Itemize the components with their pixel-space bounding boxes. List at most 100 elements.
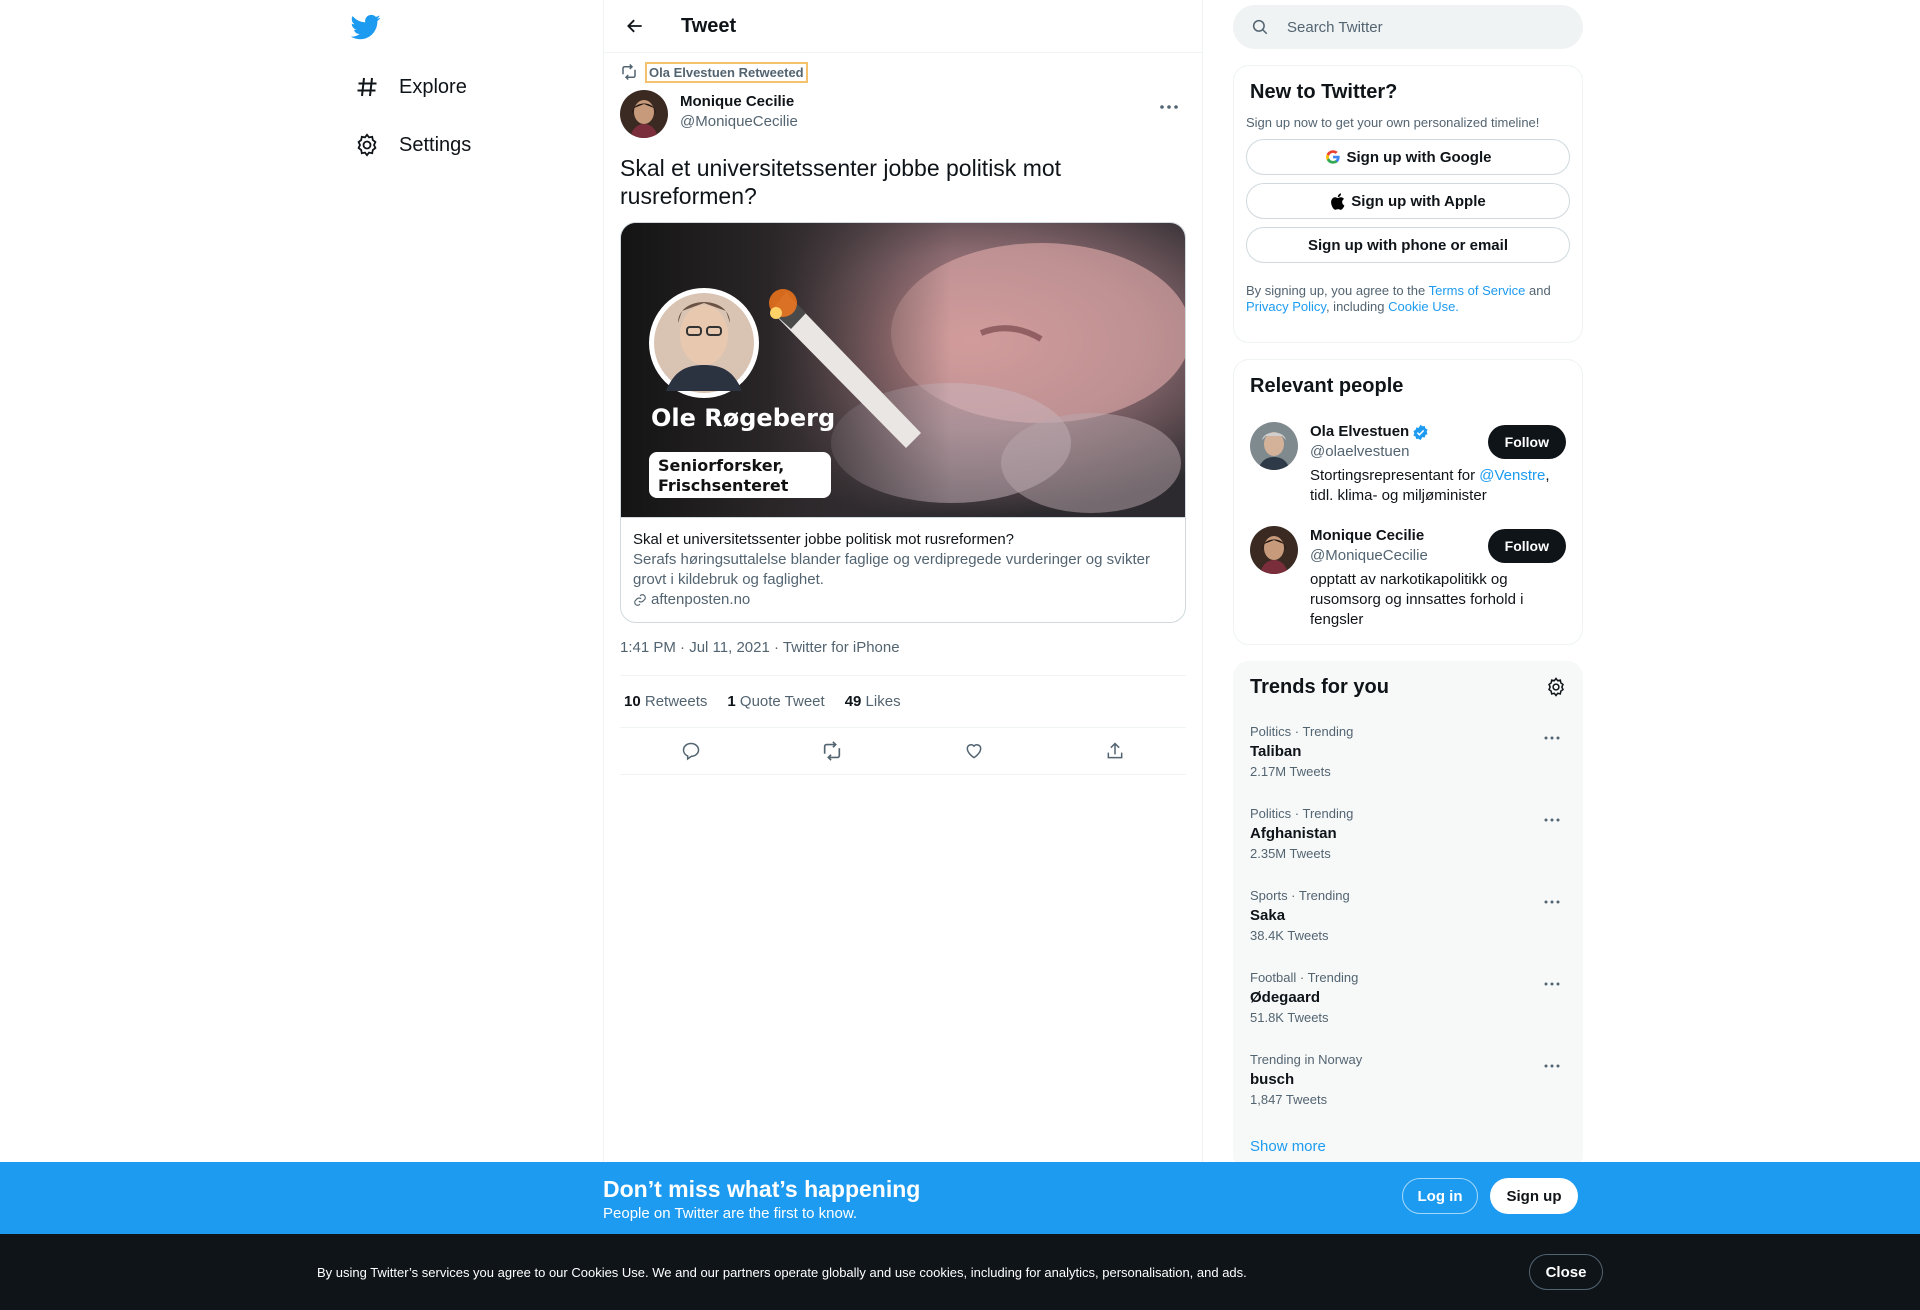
nav-explore[interactable]: Explore (345, 63, 475, 111)
search-input[interactable] (1287, 18, 1547, 36)
retweeted-by-link[interactable]: Ola Elvestuen Retweeted (645, 61, 808, 83)
nav-explore-label: Explore (399, 75, 467, 98)
twitter-bird-icon[interactable] (351, 12, 385, 46)
tweet: Ola Elvestuen Retweeted Monique Cecilie … (604, 61, 1202, 775)
trend-more-button[interactable] (1538, 888, 1566, 916)
trend-meta: Trending in Norway (1250, 1052, 1363, 1067)
retweets-count: 10 (624, 693, 641, 710)
trend-name: Taliban (1250, 743, 1302, 760)
trend-more-button[interactable] (1538, 724, 1566, 752)
cookie-use-link[interactable]: Cookie Use. (1388, 299, 1459, 314)
venstre-link[interactable]: @Venstre (1479, 467, 1545, 484)
link-card[interactable]: Ole Røgeberg Seniorforsker, Frischsenter… (620, 222, 1186, 623)
relevant-people-panel: Relevant people Ola Elvestuen @olaelvest… (1233, 359, 1583, 645)
link-card-image: Ole Røgeberg Seniorforsker, Frischsenter… (621, 223, 1185, 518)
card-domain-text: aftenposten.no (651, 591, 751, 608)
page-title: Tweet (681, 14, 737, 37)
author-avatar[interactable] (620, 90, 668, 138)
retweet-icon (620, 63, 638, 81)
trend-more-button[interactable] (1538, 970, 1566, 998)
quotes-count: 1 (727, 693, 736, 710)
cookie-text: By using Twitter’s services you agree to… (317, 1265, 1247, 1280)
more-icon (1160, 105, 1178, 109)
privacy-link[interactable]: Privacy Policy (1246, 299, 1326, 314)
card-title: Skal et universitetssenter jobbe politis… (633, 531, 1015, 548)
verified-badge-icon (1412, 424, 1429, 441)
link-icon (633, 593, 647, 607)
follow-button[interactable]: Follow (1487, 529, 1566, 563)
trend-count: 2.35M Tweets (1250, 846, 1331, 861)
nav-settings[interactable]: Settings (345, 121, 479, 169)
trends-show-more-link[interactable]: Show more (1234, 1126, 1582, 1167)
person-ola-elvestuen[interactable]: Ola Elvestuen @olaelvestuen Stortingsrep… (1250, 422, 1566, 506)
trend-count: 2.17M Tweets (1250, 764, 1331, 779)
tweet-timestamp[interactable]: 1:41 PM · Jul 11, 2021 · Twitter for iPh… (620, 639, 1186, 659)
share-button[interactable] (1098, 734, 1132, 768)
trend-name: Ødegaard (1250, 989, 1321, 1006)
terms-link[interactable]: Terms of Service (1429, 283, 1526, 298)
more-icon (1544, 736, 1560, 740)
retweet-button[interactable] (815, 734, 849, 768)
person-name[interactable]: Monique Cecilie (1310, 526, 1424, 546)
back-button[interactable] (617, 8, 653, 44)
google-icon (1325, 149, 1341, 165)
search-box[interactable] (1233, 5, 1583, 49)
promo-title: Don’t miss what’s happening (603, 1176, 921, 1202)
person-bio: Stortingsrepresentant for @Venstre, tidl… (1310, 466, 1550, 506)
trend-more-button[interactable] (1538, 806, 1566, 834)
likes-count: 49 (844, 693, 862, 710)
author-handle[interactable]: @MoniqueCecilie (680, 112, 798, 132)
card-image-title-2: Frischsenteret (658, 476, 789, 495)
person-name[interactable]: Ola Elvestuen (1310, 422, 1409, 442)
link-card-body: Skal et universitetssenter jobbe politis… (621, 518, 1185, 622)
person-bio: opptatt av narkotikapolitikk og rusomsor… (1310, 571, 1524, 628)
quotes-stat[interactable]: 1 Quote Tweet (727, 693, 824, 710)
login-button[interactable]: Log in (1402, 1178, 1478, 1214)
retweets-stat[interactable]: 10 Retweets (624, 693, 707, 710)
bio-text: Stortingsrepresentant for (1310, 467, 1480, 484)
trend-more-button[interactable] (1538, 1052, 1566, 1080)
signup-phone-email-button[interactable]: Sign up with phone or email (1246, 227, 1570, 263)
like-button[interactable] (957, 734, 991, 768)
retweet-context: Ola Elvestuen Retweeted (620, 61, 1186, 83)
signup-button[interactable]: Sign up (1490, 1178, 1578, 1214)
tweet-header: Tweet (604, 0, 1202, 53)
trend-item[interactable]: Football · Trending Ødegaard 51.8K Tweet… (1234, 958, 1582, 1040)
person-monique-cecilie[interactable]: Monique Cecilie @MoniqueCecilie opptatt … (1250, 526, 1566, 630)
person-avatar[interactable] (1250, 526, 1298, 574)
heart-icon (966, 744, 982, 759)
more-icon (1544, 1064, 1560, 1068)
trend-meta: Politics · Trending (1250, 724, 1354, 739)
reply-button[interactable] (674, 734, 708, 768)
follow-button[interactable]: Follow (1487, 425, 1566, 459)
trend-item[interactable]: Trending in Norway busch 1,847 Tweets (1234, 1040, 1582, 1122)
more-icon (1544, 900, 1560, 904)
legal-prefix: By signing up, you agree to the (1246, 283, 1429, 298)
cookie-close-button[interactable]: Close (1529, 1254, 1603, 1290)
trend-item[interactable]: Politics · Trending Taliban 2.17M Tweets (1234, 712, 1582, 794)
trend-count: 51.8K Tweets (1250, 1010, 1329, 1025)
trend-name: busch (1250, 1071, 1295, 1088)
card-image-title-1: Seniorforsker, (658, 456, 784, 475)
trend-item[interactable]: Politics · Trending Afghanistan 2.35M Tw… (1234, 794, 1582, 876)
likes-label: Likes (865, 693, 901, 710)
trend-meta: Sports · Trending (1250, 888, 1350, 903)
author-name[interactable]: Monique Cecilie (680, 92, 798, 112)
trend-item[interactable]: Sports · Trending Saka 38.4K Tweets (1234, 876, 1582, 958)
trends-panel: Trends for you Politics · Trending Talib… (1233, 661, 1583, 1171)
reply-icon (682, 742, 700, 761)
more-icon (1544, 982, 1560, 986)
signup-google-button[interactable]: Sign up with Google (1246, 139, 1570, 175)
trend-meta: Football · Trending (1250, 970, 1359, 985)
trends-settings-button[interactable] (1546, 677, 1566, 697)
new-to-twitter-title: New to Twitter? (1250, 81, 1398, 103)
card-description: Serafs høringsuttalelse blander faglige … (633, 551, 1150, 588)
cookie-banner: By using Twitter’s services you agree to… (0, 1234, 1920, 1310)
promo-subtitle: People on Twitter are the first to know. (603, 1205, 858, 1222)
person-avatar[interactable] (1250, 422, 1298, 470)
new-to-twitter-panel: New to Twitter? Sign up now to get your … (1233, 65, 1583, 343)
signup-apple-button[interactable]: Sign up with Apple (1246, 183, 1570, 219)
tweet-more-button[interactable] (1152, 90, 1186, 124)
signup-legal-text: By signing up, you agree to the Terms of… (1246, 283, 1570, 315)
likes-stat[interactable]: 49 Likes (845, 693, 901, 710)
